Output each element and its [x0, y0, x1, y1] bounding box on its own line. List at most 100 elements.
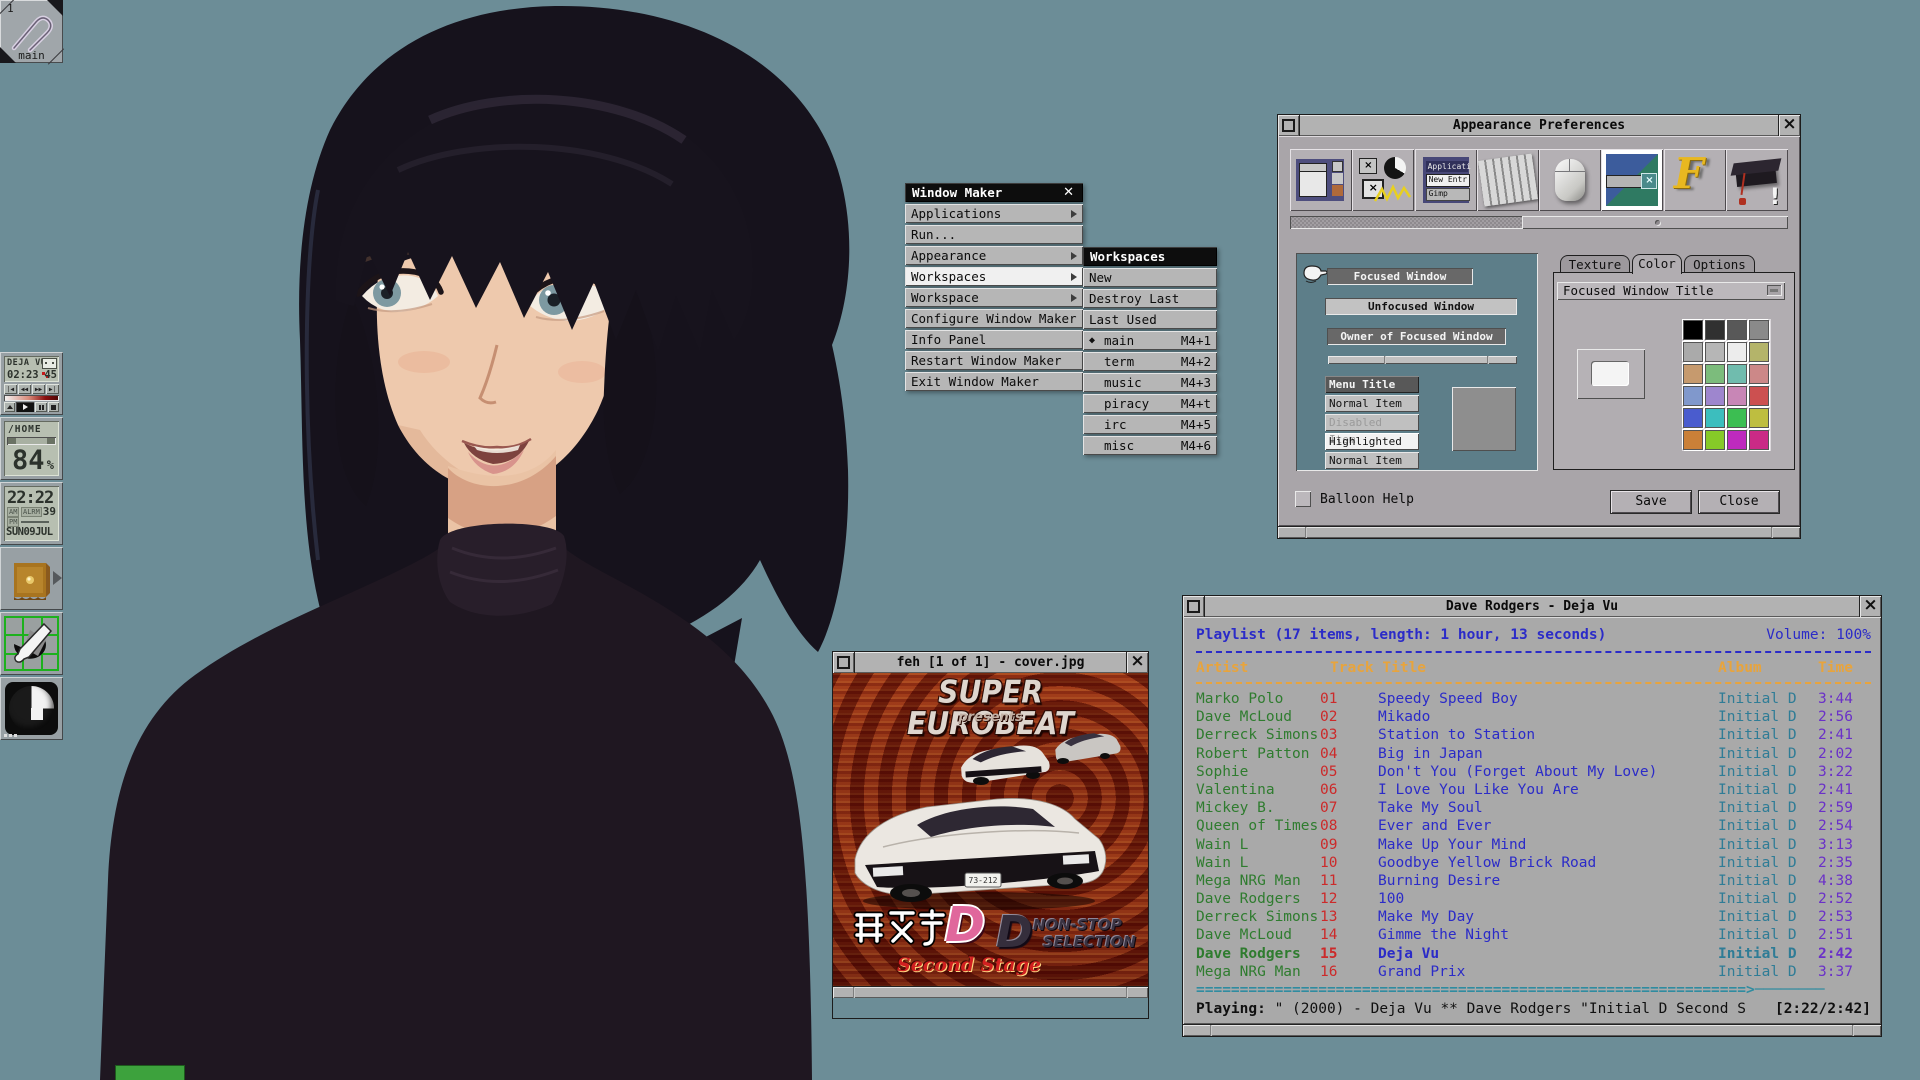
playlist-track-row[interactable]: Derreck Simons 13 Make My Day Initial D …: [1196, 908, 1871, 926]
disk-monitor-dockapp[interactable]: /HOME 84 %: [0, 417, 63, 480]
miniaturize-button[interactable]: [833, 652, 855, 673]
playlist-resizebar[interactable]: [1183, 1024, 1881, 1036]
clip-next-arrow[interactable]: [47, 0, 63, 16]
palette-color-swatch[interactable]: [1705, 364, 1725, 384]
menu-item[interactable]: piracy M4+t: [1083, 394, 1217, 413]
menu-item[interactable]: New: [1083, 268, 1217, 287]
playlist-track-row[interactable]: Dave McLoud 14 Gimme the Night Initial D…: [1196, 926, 1871, 944]
menu-item[interactable]: misc M4+6: [1083, 436, 1217, 455]
clock-dockapp[interactable]: 22:22 AM ALRM 39 PM SUN09JUL: [0, 482, 63, 545]
preview-menu-title[interactable]: Menu Title: [1325, 376, 1419, 393]
palette-color-swatch[interactable]: [1683, 342, 1703, 362]
tab-color[interactable]: Color: [1632, 254, 1682, 274]
close-button-dialog[interactable]: Close: [1698, 490, 1780, 514]
palette-color-swatch[interactable]: [1727, 364, 1747, 384]
recycler-dock-icon[interactable]: [0, 677, 63, 740]
workspace-clip[interactable]: 1 main: [0, 0, 63, 63]
miniaturize-button[interactable]: [1183, 596, 1205, 617]
workspaces-menu-titlebar[interactable]: Workspaces: [1083, 247, 1217, 266]
preview-menu-item-highlighted[interactable]: Highlighted: [1325, 433, 1419, 450]
palette-color-swatch[interactable]: [1705, 320, 1725, 340]
preview-menu-item-normal2[interactable]: Normal Item: [1325, 452, 1419, 469]
clip-prev-arrow[interactable]: [0, 47, 16, 63]
section-icon-menu-editor[interactable]: Applicati New Entr Gimp: [1415, 149, 1477, 211]
disk-right-arrow-icon[interactable]: [47, 438, 55, 444]
palette-color-swatch[interactable]: [1749, 342, 1769, 362]
offscreen-window-fragment[interactable]: [116, 1066, 184, 1080]
palette-color-swatch[interactable]: [1705, 342, 1725, 362]
palette-color-swatch[interactable]: [1683, 364, 1703, 384]
palette-color-swatch[interactable]: [1727, 386, 1747, 406]
palette-color-swatch[interactable]: [1727, 430, 1747, 450]
section-icon-font[interactable]: F F: [1664, 149, 1726, 211]
close-button[interactable]: ×: [1778, 115, 1800, 136]
close-button[interactable]: ×: [1859, 596, 1881, 617]
preview-menu-item-normal[interactable]: Normal Item: [1325, 395, 1419, 412]
palette-color-swatch[interactable]: [1683, 408, 1703, 428]
playlist-track-row[interactable]: Queen of Times 08 Ever and Ever Initial …: [1196, 817, 1871, 835]
palette-color-swatch[interactable]: [1727, 320, 1747, 340]
dock-drawer[interactable]: [0, 547, 63, 610]
section-icon-expert[interactable]: !: [1726, 149, 1788, 211]
column-header-track-title[interactable]: Track Title: [1330, 659, 1426, 678]
palette-color-swatch[interactable]: [1727, 408, 1747, 428]
color-well[interactable]: [1577, 349, 1645, 399]
column-header-artist[interactable]: Artist: [1196, 659, 1248, 678]
playlist-track-row[interactable]: Derreck Simons 03 Station to Station Ini…: [1196, 726, 1871, 744]
miniaturize-button[interactable]: [1278, 115, 1300, 136]
menu-item[interactable]: Last Used: [1083, 310, 1217, 329]
play-button[interactable]: [16, 402, 34, 412]
wprefs-titlebar[interactable]: Appearance Preferences ×: [1278, 115, 1800, 136]
palette-color-swatch[interactable]: [1705, 408, 1725, 428]
menu-item[interactable]: ◆ main M4+1: [1083, 331, 1217, 350]
section-icon-mouse[interactable]: [1539, 149, 1601, 211]
playlist-track-row[interactable]: Sophie 05 Don't You (Forget About My Lov…: [1196, 763, 1871, 781]
root-menu-titlebar[interactable]: Window Maker ✕: [905, 183, 1083, 202]
disk-scroll-bar[interactable]: [7, 437, 56, 445]
pause-button[interactable]: [35, 402, 46, 412]
drawer-arrow-icon[interactable]: [53, 571, 62, 585]
section-icon-appearance[interactable]: ×: [1601, 149, 1663, 211]
disk-left-arrow-icon[interactable]: [8, 438, 16, 444]
menu-item[interactable]: Run...: [905, 225, 1083, 244]
feh-resizebar[interactable]: [833, 986, 1148, 998]
section-icon-window-focus[interactable]: [1290, 149, 1352, 211]
palette-color-swatch[interactable]: [1683, 430, 1703, 450]
music-player-dockapp[interactable]: DEJA VU 02:23 45 |◀ ◀◀ ▶▶ ▶|: [0, 352, 63, 415]
palette-color-swatch[interactable]: [1705, 430, 1725, 450]
rewind-button[interactable]: ◀◀: [18, 384, 31, 394]
menu-item[interactable]: Configure Window Maker: [905, 309, 1083, 328]
icon-row-scrollbar[interactable]: [1290, 216, 1788, 229]
menu-item[interactable]: Appearance: [905, 246, 1083, 265]
menu-item[interactable]: Restart Window Maker: [905, 351, 1083, 370]
playlist-track-row[interactable]: Dave McLoud 02 Mikado Initial D 2:56: [1196, 708, 1871, 726]
column-header-time[interactable]: Time: [1818, 659, 1853, 678]
palette-color-swatch[interactable]: [1749, 386, 1769, 406]
playlist-track-row[interactable]: Robert Patton 04 Big in Japan Initial D …: [1196, 745, 1871, 763]
balloon-help-checkbox[interactable]: [1295, 491, 1311, 507]
menu-item[interactable]: term M4+2: [1083, 352, 1217, 371]
playlist-titlebar[interactable]: Dave Rodgers - Deja Vu ×: [1183, 596, 1881, 617]
menu-item[interactable]: Exit Window Maker: [905, 372, 1083, 391]
playlist-track-row[interactable]: Valentina 06 I Love You Like You Are Ini…: [1196, 781, 1871, 799]
close-button[interactable]: ×: [1126, 652, 1148, 673]
palette-color-swatch[interactable]: [1749, 430, 1769, 450]
palette-color-swatch[interactable]: [1749, 408, 1769, 428]
playlist-track-row[interactable]: Wain L 10 Goodbye Yellow Brick Road Init…: [1196, 854, 1871, 872]
preview-resizebar[interactable]: [1328, 356, 1517, 364]
forward-button[interactable]: ▶▶: [32, 384, 45, 394]
preview-menu-item-disabled[interactable]: Disabled Item: [1325, 414, 1419, 431]
section-icon-keyboard[interactable]: [1477, 149, 1539, 211]
palette-color-swatch[interactable]: [1683, 320, 1703, 340]
playlist-track-row[interactable]: Dave Rodgers 12 100 Initial D 2:52: [1196, 890, 1871, 908]
section-icon-animations[interactable]: × ×: [1352, 149, 1414, 211]
playlist-track-row[interactable]: Marko Polo 01 Speedy Speed Boy Initial D…: [1196, 690, 1871, 708]
prev-track-button[interactable]: |◀: [4, 384, 17, 394]
preview-focused-titlebar[interactable]: Focused Window: [1327, 268, 1473, 285]
playlist-track-row[interactable]: Mega NRG Man 11 Burning Desire Initial D…: [1196, 872, 1871, 890]
palette-color-swatch[interactable]: [1749, 320, 1769, 340]
playlist-track-row[interactable]: Mega NRG Man 16 Grand Prix Initial D 3:3…: [1196, 963, 1871, 981]
feh-titlebar[interactable]: feh [1 of 1] - cover.jpg ×: [833, 652, 1148, 673]
palette-color-swatch[interactable]: [1705, 386, 1725, 406]
menu-item[interactable]: Workspaces: [905, 267, 1083, 286]
